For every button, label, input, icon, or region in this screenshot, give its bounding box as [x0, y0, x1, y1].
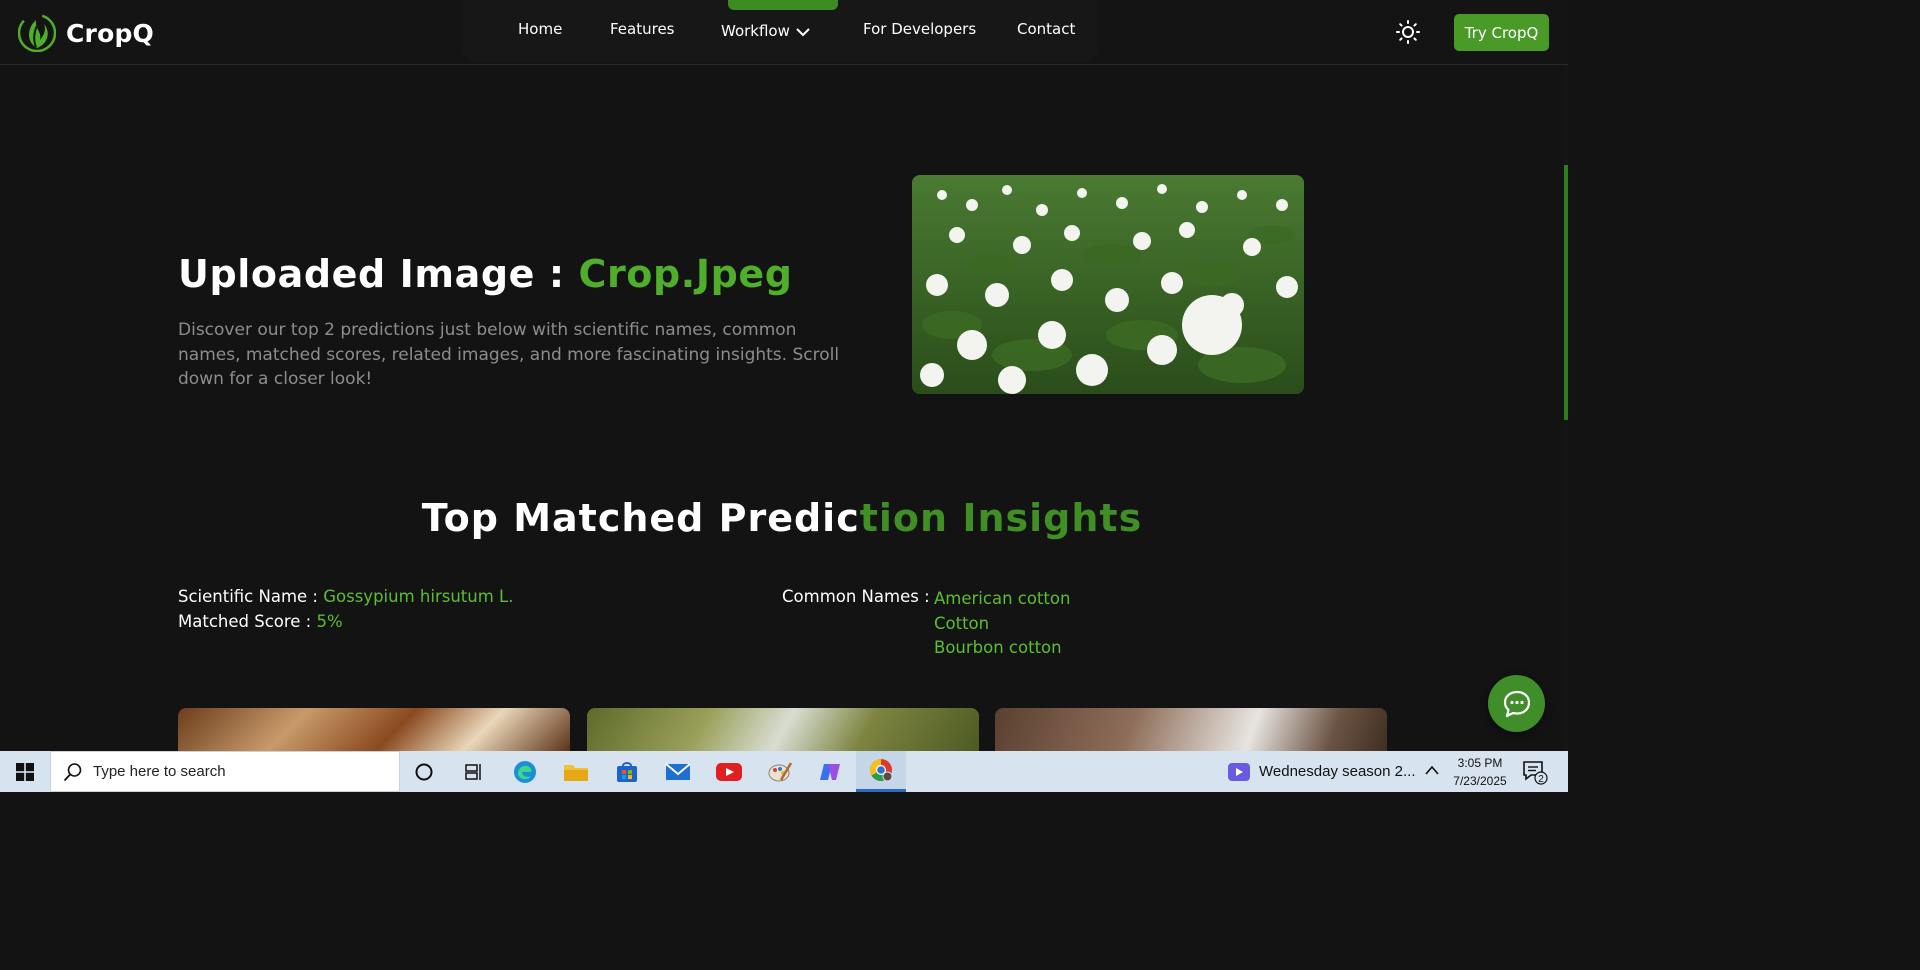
clock-time: 3:05 PM — [1457, 756, 1503, 770]
nav-contact[interactable]: Contact — [1017, 20, 1075, 38]
chrome-browser-icon — [870, 759, 893, 782]
insights-section-title: Top Matched Prediction Insights — [0, 496, 1564, 540]
nav-home[interactable]: Home — [518, 20, 562, 38]
folder-icon — [564, 764, 588, 781]
leaf-logo-icon — [18, 14, 56, 52]
scientific-name-label: Scientific Name : — [178, 587, 324, 606]
windows-logo-icon — [16, 762, 34, 781]
copilot-icon — [820, 763, 840, 780]
related-image-2[interactable] — [587, 708, 979, 753]
chrome-taskbar-button[interactable] — [856, 751, 906, 792]
common-name-item: Bourbon cotton — [934, 638, 1062, 657]
nav-workflow[interactable]: Workflow — [721, 22, 810, 40]
taskbar-search-box[interactable]: Type here to search — [50, 751, 400, 792]
notification-center-icon[interactable]: 2 — [1522, 759, 1548, 785]
nav-features[interactable]: Features — [610, 20, 675, 38]
scientific-name-value: Gossypium hirsutum L. — [323, 587, 514, 606]
top-navbar: CropQ Home Features Workflow For Develop… — [0, 0, 1568, 65]
hero-title-prefix: Uploaded Image : — [178, 252, 579, 296]
chat-button[interactable] — [1488, 675, 1545, 732]
mail-envelope-icon — [665, 762, 691, 780]
scrollbar-thumb[interactable] — [1564, 165, 1568, 420]
start-button[interactable] — [0, 751, 50, 792]
try-cropq-button[interactable]: Try CropQ — [1454, 14, 1549, 51]
nav-links: Home Features Workflow For Developers Co… — [462, 0, 1098, 62]
uploaded-crop-image — [912, 175, 1304, 394]
nav-for-developers[interactable]: For Developers — [863, 20, 976, 38]
insights-title-part1: Top Matched Predic — [421, 496, 860, 540]
youtube-play-icon — [716, 762, 742, 781]
edge-browser-icon — [514, 760, 536, 783]
common-name-item: Cotton — [934, 613, 990, 633]
windows-taskbar: Type here to search Wednesday season 2..… — [0, 751, 1568, 792]
search-placeholder: Type here to search — [93, 763, 226, 780]
news-text: Wednesday season 2... — [1259, 763, 1416, 780]
video-widget-icon — [1228, 762, 1250, 781]
related-image-3[interactable] — [995, 708, 1387, 753]
file-explorer-button[interactable] — [552, 751, 600, 792]
search-icon — [63, 762, 82, 781]
chevron-down-icon — [796, 27, 810, 36]
matched-score-value: 5% — [316, 612, 343, 631]
copilot-button[interactable] — [806, 751, 854, 792]
paint-palette-icon — [768, 761, 793, 781]
matched-score-row: Matched Score : 5% — [178, 612, 343, 631]
scientific-name-row: Scientific Name : Gossypium hirsutum L. — [178, 587, 513, 606]
store-bag-icon — [617, 761, 637, 782]
matched-score-label: Matched Score : — [178, 612, 317, 631]
paint-button[interactable] — [756, 751, 804, 792]
nav-active-indicator — [728, 0, 838, 10]
hero-description: Discover our top 2 predictions just belo… — [178, 320, 840, 389]
news-widget[interactable]: Wednesday season 2... — [1228, 751, 1416, 792]
chat-bubble-icon — [1503, 690, 1530, 717]
chevron-up-icon[interactable] — [1424, 764, 1440, 776]
cortana-circle-icon — [415, 763, 433, 780]
mail-button[interactable] — [654, 751, 702, 792]
uploaded-file-name: Crop.Jpeg — [578, 252, 793, 296]
brand-logo[interactable]: CropQ — [18, 14, 154, 52]
system-clock[interactable]: 3:05 PM 7/23/2025 — [1448, 754, 1512, 790]
hero-title: Uploaded Image : Crop.Jpeg — [178, 252, 793, 296]
sun-icon[interactable] — [1396, 20, 1420, 44]
store-button[interactable] — [603, 751, 651, 792]
clock-date: 7/23/2025 — [1453, 774, 1507, 788]
common-names-list: American cotton Cotton Bourbon cotton — [934, 587, 1070, 661]
edge-taskbar-button[interactable] — [501, 751, 549, 792]
common-name-item: American cotton — [934, 589, 1071, 608]
nav-workflow-label: Workflow — [721, 22, 790, 40]
brand-name: CropQ — [66, 18, 154, 48]
task-view-button[interactable] — [450, 751, 498, 792]
task-view-icon — [465, 763, 481, 780]
notification-count: 2 — [1538, 774, 1544, 785]
youtube-button[interactable] — [705, 751, 753, 792]
common-names-label: Common Names : — [782, 587, 930, 606]
cortana-button[interactable] — [400, 751, 448, 792]
insights-title-part2: tion Insights — [859, 496, 1143, 540]
related-image-1[interactable] — [178, 708, 570, 753]
